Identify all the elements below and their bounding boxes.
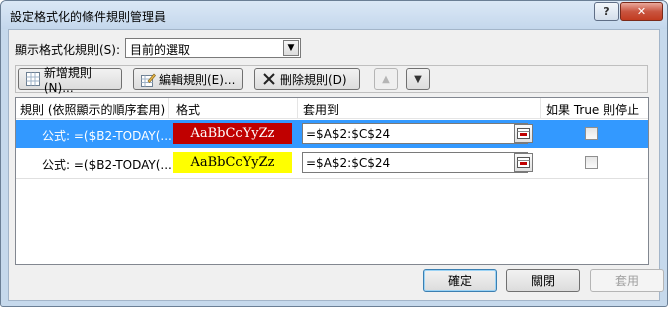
title-bar: 設定格式化的條件規則管理員 ? ✕	[1, 1, 667, 29]
range-select-button[interactable]	[514, 124, 533, 143]
close-button[interactable]: 關閉	[506, 269, 580, 292]
dialog-client-area: 顯示格式化規則(S): 目前的選取 ▼ 新增規則(N)... 編輯規則(E)..…	[8, 29, 664, 301]
new-rule-icon	[25, 71, 41, 87]
column-divider[interactable]	[540, 98, 541, 118]
delete-rule-label: 刪除規則(D)	[280, 72, 347, 87]
stop-if-true-checkbox[interactable]	[585, 156, 598, 169]
rules-list-header: 規則 (依照顯示的順序套用) 格式 套用到 如果 True 則停止	[16, 98, 648, 119]
show-rules-dropdown[interactable]: 目前的選取 ▼	[125, 38, 301, 58]
format-preview: AaBbCcYyZz	[173, 123, 292, 144]
edit-rule-icon	[140, 71, 156, 87]
rules-list: 規則 (依照顯示的順序套用) 格式 套用到 如果 True 則停止 公式: =(…	[15, 97, 649, 265]
applies-to-input[interactable]: =$A$2:$C$24	[302, 152, 528, 173]
stop-if-true-checkbox[interactable]	[585, 127, 598, 140]
rule-formula: 公式: =($B2-TODAY(...	[42, 129, 172, 143]
help-button[interactable]: ?	[594, 2, 619, 21]
move-up-button[interactable]: ▲	[374, 68, 398, 90]
window-title: 設定格式化的條件規則管理員	[10, 10, 167, 24]
apply-button[interactable]: 套用	[590, 269, 664, 292]
edit-rule-button[interactable]: 編輯規則(E)...	[133, 68, 243, 90]
arrow-down-icon: ▼	[414, 73, 422, 85]
close-icon: ✕	[636, 5, 647, 18]
rule-formula: 公式: =($B2-TODAY(...	[42, 158, 172, 172]
column-header-applies-to[interactable]: 套用到	[303, 101, 339, 118]
delete-x-icon	[261, 71, 277, 87]
move-down-button[interactable]: ▼	[406, 68, 430, 90]
column-header-stop-if-true[interactable]: 如果 True 則停止	[546, 101, 639, 118]
column-divider[interactable]	[168, 98, 169, 118]
applies-to-input[interactable]: =$A$2:$C$24	[302, 123, 528, 144]
help-icon: ?	[603, 5, 610, 18]
rule-row-1[interactable]: 公式: =($B2-TODAY(... AaBbCcYyZz =$A$2:$C$…	[16, 120, 648, 148]
rule-row-2[interactable]: 公式: =($B2-TODAY(... AaBbCcYyZz =$A$2:$C$…	[16, 149, 648, 177]
edit-rule-label: 編輯規則(E)...	[159, 72, 236, 87]
conditional-formatting-dialog: 設定格式化的條件規則管理員 ? ✕ 顯示格式化規則(S): 目前的選取 ▼ 新增…	[0, 0, 668, 307]
range-select-icon	[517, 128, 530, 139]
show-rules-label: 顯示格式化規則(S):	[15, 43, 121, 57]
column-divider[interactable]	[297, 98, 298, 118]
applies-to-value: =$A$2:$C$24	[306, 156, 391, 170]
delete-rule-button[interactable]: 刪除規則(D)	[254, 68, 360, 90]
arrow-up-icon: ▲	[382, 73, 390, 85]
rule-toolbar: 新增規則(N)... 編輯規則(E)... 刪除規則(D) ▲ ▼	[15, 65, 648, 95]
format-preview: AaBbCcYyZz	[173, 152, 292, 173]
applies-to-value: =$A$2:$C$24	[306, 127, 391, 141]
window-close-button[interactable]: ✕	[620, 2, 663, 21]
new-rule-button[interactable]: 新增規則(N)...	[18, 66, 122, 95]
new-rule-label: 新增規則(N)...	[43, 65, 92, 95]
show-rules-value: 目前的選取	[130, 43, 191, 57]
range-select-icon	[517, 157, 530, 168]
chevron-down-icon[interactable]: ▼	[283, 40, 299, 56]
ok-button[interactable]: 確定	[423, 269, 497, 292]
range-select-button[interactable]	[514, 153, 533, 172]
column-header-format[interactable]: 格式	[176, 101, 200, 118]
column-header-rule[interactable]: 規則 (依照顯示的順序套用)	[20, 101, 165, 118]
row-divider	[16, 178, 648, 179]
